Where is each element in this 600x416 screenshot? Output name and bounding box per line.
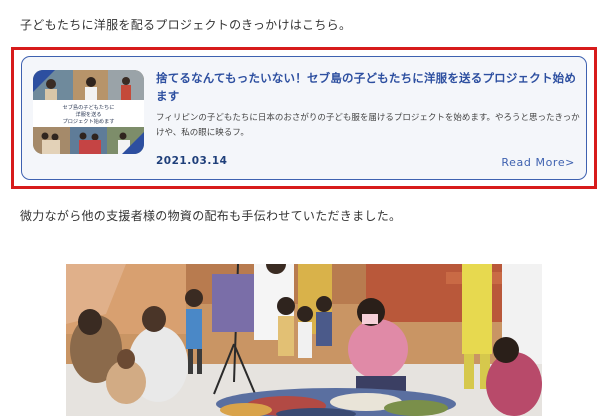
intro-text: 子どもたちに洋服を配るプロジェクトのきっかけはこちら。 — [20, 18, 352, 32]
thumb-caption-line-2: 洋服を送る — [76, 110, 102, 118]
distribution-photo — [66, 264, 542, 416]
body-text: 微力ながら他の支援者様の物資の配布も手伝わせていただきました。 — [20, 209, 402, 223]
article-thumbnail: セブ島の子どもたちに 洋服を送る プロジェクト始めます — [33, 70, 144, 154]
article-date: 2021.03.14 — [156, 155, 228, 167]
thumb-caption-line-1: セブ島の子どもたちに — [63, 103, 115, 111]
article-excerpt: フィリピンの子どもたちに日本のおさがりの子ども服を届けるプロジェクトを始めます。… — [156, 113, 580, 138]
thumb-caption-line-3: プロジェクト始めます — [63, 117, 115, 125]
article-link-card[interactable]: セブ島の子どもたちに 洋服を送る プロジェクト始めます 捨てるなんてもったいない… — [21, 56, 587, 180]
read-more-link[interactable]: Read More> — [501, 156, 575, 169]
article-title[interactable]: 捨てるなんてもったいない！セブ島の子どもたちに洋服を送るプロジェクト始めます — [156, 69, 580, 105]
